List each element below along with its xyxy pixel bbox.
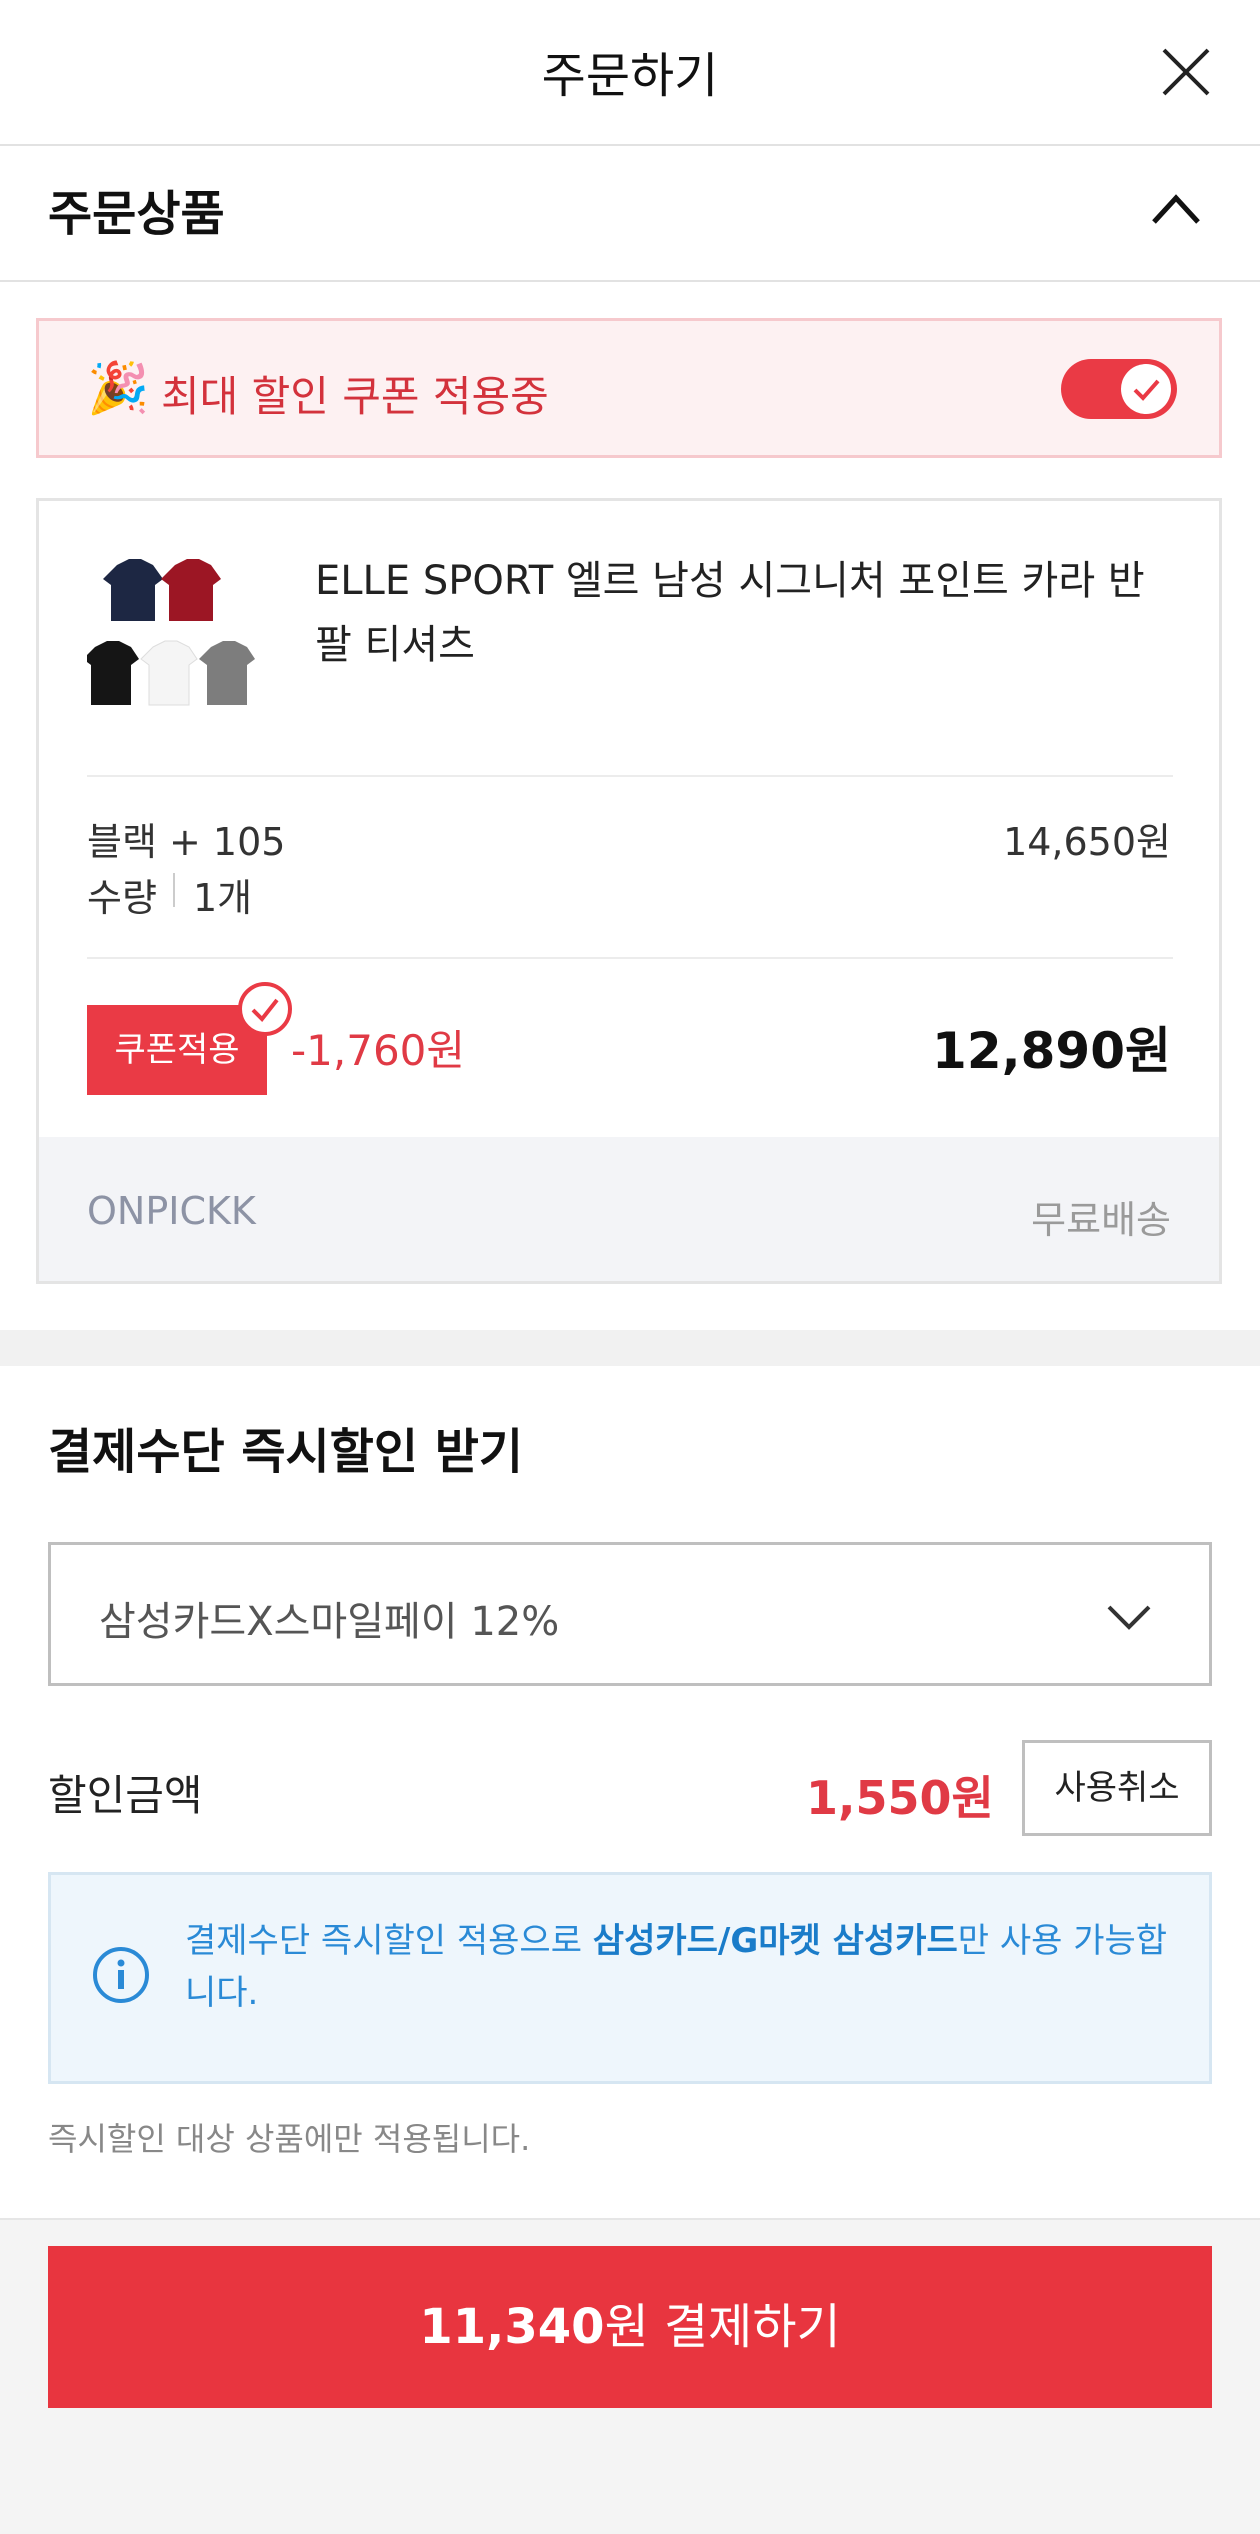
- order-items-header[interactable]: 주문상품: [0, 146, 1260, 282]
- final-price: 12,890원: [932, 1022, 1171, 1080]
- toggle-knob: [1121, 364, 1171, 414]
- chevron-down-icon: [1107, 1605, 1151, 1630]
- discount-amount: 1,550원: [806, 1771, 994, 1825]
- seller-name: ONPICKK: [87, 1189, 256, 1233]
- coupon-banner: 🎉 최대 할인 쿠폰 적용중: [36, 318, 1222, 458]
- check-circle-icon: [238, 982, 292, 1036]
- section-gap: [0, 1330, 1260, 1366]
- checkout-footer: 11,340원 결제하기: [0, 2218, 1260, 2534]
- checkout-amount: 11,340: [419, 2299, 605, 2355]
- option-price: 14,650원: [1003, 820, 1171, 864]
- divider: [173, 873, 175, 907]
- discount-amount-label: 할인금액: [48, 1771, 203, 1820]
- info-text-prefix: 결제수단 즉시할인 적용으로: [185, 1921, 593, 1961]
- section-title: 주문상품: [48, 186, 225, 242]
- info-icon: [93, 1947, 149, 2003]
- info-text: 결제수단 즉시할인 적용으로 삼성카드/G마켓 삼성카드만 사용 가능합니다.: [185, 1915, 1185, 2019]
- top-bar: 주문하기: [0, 0, 1260, 146]
- party-popper-icon: 🎉: [87, 359, 150, 417]
- payment-method-select[interactable]: 삼성카드X스마일페이 12%: [48, 1542, 1212, 1686]
- cancel-discount-button[interactable]: 사용취소: [1022, 1740, 1212, 1836]
- info-notice: 결제수단 즉시할인 적용으로 삼성카드/G마켓 삼성카드만 사용 가능합니다.: [48, 1872, 1212, 2084]
- product-option: 블랙 + 105: [87, 820, 286, 864]
- divider: [87, 775, 1173, 777]
- selected-payment-method: 삼성카드X스마일페이 12%: [99, 1599, 560, 1645]
- quantity-value: 1개: [193, 876, 253, 920]
- quantity-label: 수량: [87, 876, 157, 920]
- divider: [87, 957, 1173, 959]
- page-title: 주문하기: [541, 48, 719, 104]
- coupon-banner-text: 최대 할인 쿠폰 적용중: [161, 372, 549, 421]
- checkout-button[interactable]: 11,340원 결제하기: [48, 2246, 1212, 2408]
- shipping-info: 무료배송: [1031, 1198, 1171, 1242]
- payment-discount-title: 결제수단 즉시할인 받기: [48, 1424, 524, 1480]
- discount-note: 즉시할인 대상 상품에만 적용됩니다.: [48, 2120, 531, 2158]
- checkout-label: 원 결제하기: [604, 2299, 841, 2355]
- coupon-discount: -1,760원: [291, 1026, 466, 1075]
- close-icon[interactable]: [1158, 44, 1214, 100]
- seller-footer: ONPICKK 무료배송: [39, 1137, 1219, 1281]
- product-card: ELLE SPORT 엘르 남성 시그니처 포인트 카라 반팔 티셔츠 블랙 +…: [36, 498, 1222, 1284]
- product-thumbnail[interactable]: [87, 553, 269, 713]
- info-text-cards: 삼성카드/G마켓 삼성카드: [592, 1921, 958, 1961]
- check-icon: [1133, 379, 1160, 401]
- product-name[interactable]: ELLE SPORT 엘르 남성 시그니처 포인트 카라 반팔 티셔츠: [315, 549, 1175, 677]
- chevron-up-icon[interactable]: [1148, 182, 1204, 238]
- coupon-toggle[interactable]: [1061, 359, 1177, 419]
